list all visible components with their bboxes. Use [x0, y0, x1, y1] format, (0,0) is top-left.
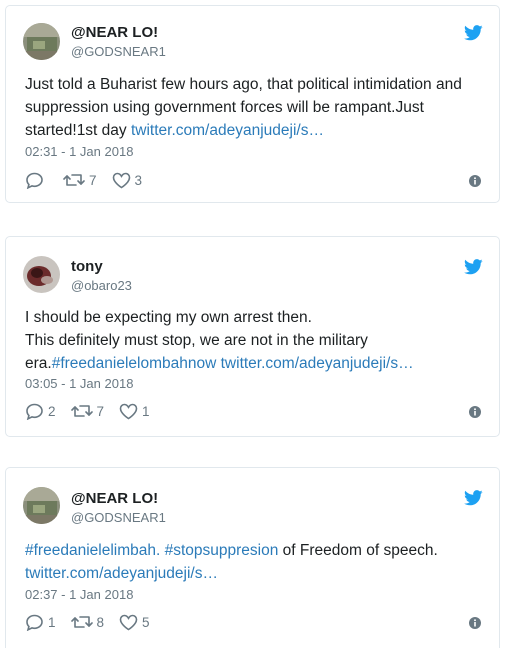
user-handle[interactable]: @GODSNEAR1	[71, 44, 166, 59]
tweet-link[interactable]: twitter.com/adeyanjudeji/s…	[25, 565, 218, 582]
tweet-text-segment: of Freedom of speech.	[278, 542, 438, 559]
like-button[interactable]: 3	[112, 172, 143, 189]
like-count: 5	[142, 614, 150, 630]
tweet-actions: 2 7 1	[25, 401, 165, 421]
tweet-link[interactable]: twitter.com/adeyanjudeji/s…	[216, 355, 414, 372]
tweet-text-line: twitter.com/adeyanjudeji/s…	[25, 562, 485, 585]
retweet-icon	[63, 172, 85, 188]
hashtag-link[interactable]: #stopsuppresion	[165, 542, 279, 559]
tweet-text-line: This definitely must stop, we are not in…	[25, 332, 368, 349]
retweet-button[interactable]: 7	[63, 172, 97, 188]
tweet-text-segment: started!1st day	[25, 122, 131, 139]
info-icon[interactable]	[469, 405, 481, 418]
user-handle[interactable]: @GODSNEAR1	[71, 510, 166, 525]
like-count: 3	[134, 172, 143, 188]
tweet-text: Just told a Buharist few hours ago, that…	[25, 73, 485, 142]
tweet-text-line: started!1st day twitter.com/adeyanjudeji…	[25, 119, 485, 142]
retweet-button[interactable]: 8	[70, 614, 105, 630]
tweet-text-line: era.#freedanielelombahnow twitter.com/ad…	[25, 352, 485, 375]
tweet-text-line: suppression using government forces will…	[25, 99, 424, 116]
tweet-actions: 7 3	[25, 170, 157, 190]
tweet-feed: @NEAR LO! @GODSNEAR1 Just told a Buharis…	[0, 0, 505, 648]
display-name[interactable]: @NEAR LO!	[71, 24, 158, 41]
tweet-actions: 1 8 5	[25, 612, 165, 632]
reply-count: 2	[48, 403, 56, 419]
heart-icon	[119, 403, 138, 420]
tweet-link[interactable]: twitter.com/adeyanjudeji/s…	[131, 122, 324, 139]
retweet-icon	[70, 403, 93, 419]
avatar[interactable]	[23, 256, 60, 293]
tweet-card[interactable]: tony @obaro23 I should be expecting my o…	[5, 236, 500, 437]
info-icon[interactable]	[469, 616, 481, 629]
twitter-bird-icon[interactable]	[464, 490, 483, 506]
reply-icon	[25, 172, 44, 189]
tweet-card[interactable]: @NEAR LO! @GODSNEAR1 Just told a Buharis…	[5, 5, 500, 203]
display-name[interactable]: tony	[71, 258, 103, 275]
info-icon[interactable]	[469, 174, 481, 187]
tweet-text-line: I should be expecting my own arrest then…	[25, 309, 312, 326]
twitter-bird-icon[interactable]	[464, 259, 483, 275]
retweet-count: 7	[89, 172, 97, 188]
heart-icon	[119, 614, 138, 631]
tweet-text: #freedanielelimbah. #stopsuppresion of F…	[25, 539, 485, 585]
tweet-text-segment: era.	[25, 355, 52, 372]
avatar[interactable]	[23, 23, 60, 60]
tweet-text-line: #freedanielelimbah. #stopsuppresion of F…	[25, 539, 485, 562]
reply-icon	[25, 403, 44, 420]
retweet-icon	[70, 614, 93, 630]
avatar[interactable]	[23, 487, 60, 524]
like-button[interactable]: 5	[119, 614, 150, 631]
heart-icon	[112, 172, 131, 189]
tweet-card[interactable]: @NEAR LO! @GODSNEAR1 #freedanielelimbah.…	[5, 467, 500, 648]
hashtag-link[interactable]: #freedanielelombahnow	[52, 355, 217, 372]
tweet-text: I should be expecting my own arrest then…	[25, 306, 485, 375]
tweet-text-line: Just told a Buharist few hours ago, that…	[25, 76, 462, 93]
tweet-timestamp[interactable]: 03:05 - 1 Jan 2018	[25, 376, 133, 391]
twitter-bird-icon[interactable]	[464, 25, 483, 41]
retweet-count: 8	[96, 614, 105, 630]
reply-count: 1	[48, 614, 56, 630]
reply-icon	[25, 614, 44, 631]
retweet-button[interactable]: 7	[70, 403, 105, 419]
reply-button[interactable]	[25, 172, 48, 189]
like-button[interactable]: 1	[119, 403, 150, 420]
display-name[interactable]: @NEAR LO!	[71, 490, 158, 507]
user-handle[interactable]: @obaro23	[71, 278, 132, 293]
tweet-timestamp[interactable]: 02:31 - 1 Jan 2018	[25, 144, 133, 159]
reply-button[interactable]: 2	[25, 403, 56, 420]
reply-button[interactable]: 1	[25, 614, 56, 631]
hashtag-link[interactable]: #freedanielelimbah.	[25, 542, 160, 559]
retweet-count: 7	[96, 403, 105, 419]
tweet-timestamp[interactable]: 02:37 - 1 Jan 2018	[25, 587, 133, 602]
like-count: 1	[142, 403, 150, 419]
